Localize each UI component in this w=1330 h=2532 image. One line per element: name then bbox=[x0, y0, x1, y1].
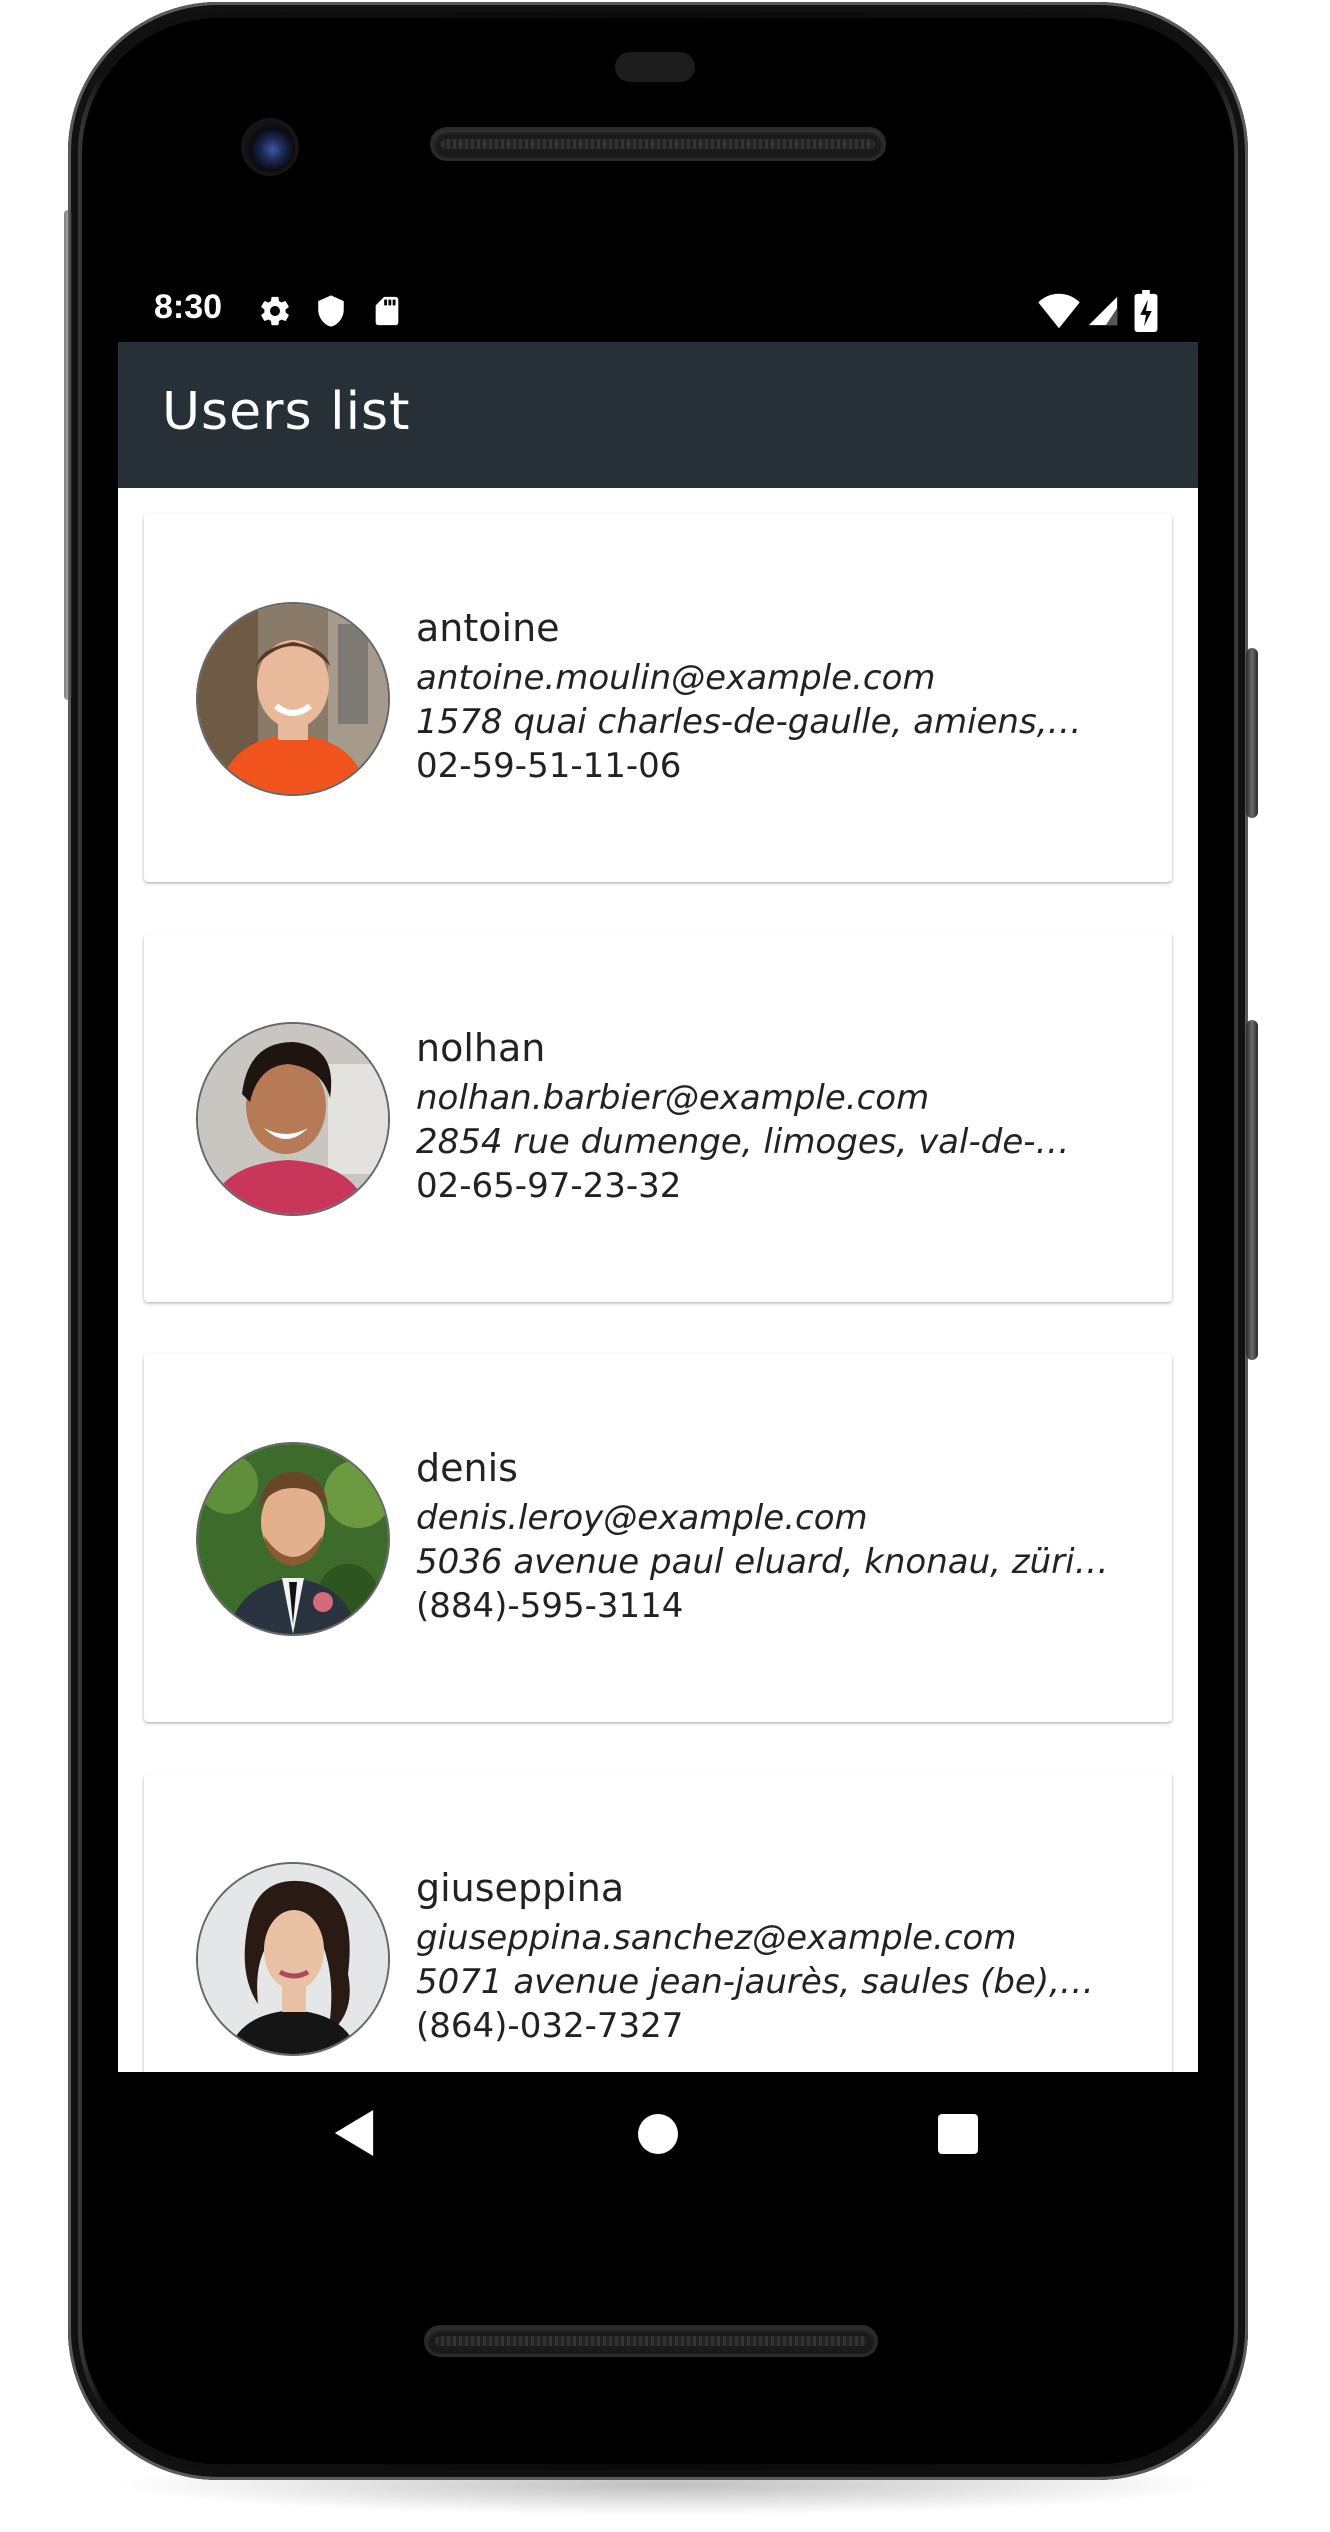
sd-card-icon bbox=[370, 294, 404, 332]
user-name: denis bbox=[416, 1446, 518, 1490]
user-address: 5071 avenue jean-jaurès, saules (be),… bbox=[416, 1962, 1094, 2002]
user-name: antoine bbox=[416, 606, 560, 650]
avatar bbox=[198, 1864, 388, 2054]
user-card[interactable]: nolhan nolhan.barbier@example.com 2854 r… bbox=[144, 934, 1172, 1302]
screen: 8:30 Users list antoine antoine.moulin@e… bbox=[118, 280, 1198, 2072]
avatar bbox=[198, 1444, 388, 1634]
top-sensor bbox=[615, 52, 695, 82]
user-address: 1578 quai charles-de-gaulle, amiens,… bbox=[416, 702, 1082, 742]
front-camera bbox=[245, 122, 295, 172]
gear-icon bbox=[258, 294, 292, 332]
status-bar: 8:30 bbox=[118, 280, 1198, 342]
user-card[interactable]: antoine antoine.moulin@example.com 1578 … bbox=[144, 514, 1172, 882]
page-title: Users list bbox=[162, 382, 411, 442]
user-phone: 02-59-51-11-06 bbox=[416, 746, 682, 786]
user-address: 2854 rue dumenge, limoges, val-de-… bbox=[416, 1122, 1070, 1162]
battery-charging-icon bbox=[1134, 290, 1158, 336]
user-phone: 02-65-97-23-32 bbox=[416, 1166, 682, 1206]
app-bar: Users list bbox=[118, 342, 1198, 488]
user-address: 5036 avenue paul eluard, knonau, züri… bbox=[416, 1542, 1109, 1582]
home-icon[interactable] bbox=[638, 2114, 678, 2158]
users-list[interactable]: antoine antoine.moulin@example.com 1578 … bbox=[118, 488, 1198, 2072]
system-nav-bar bbox=[118, 2072, 1198, 2202]
user-email: nolhan.barbier@example.com bbox=[416, 1078, 930, 1118]
shield-icon bbox=[314, 294, 348, 332]
frame-edge-left bbox=[64, 210, 72, 700]
user-card[interactable]: denis denis.leroy@example.com 5036 avenu… bbox=[144, 1354, 1172, 1722]
user-name: giuseppina bbox=[416, 1866, 625, 1910]
user-email: denis.leroy@example.com bbox=[416, 1498, 868, 1538]
volume-button bbox=[1246, 1020, 1258, 1360]
cell-signal-icon bbox=[1086, 292, 1120, 334]
recents-icon[interactable] bbox=[938, 2114, 978, 2158]
power-button bbox=[1246, 648, 1258, 818]
user-phone: (884)-595-3114 bbox=[416, 1586, 684, 1626]
bottom-speaker bbox=[427, 2328, 875, 2354]
user-name: nolhan bbox=[416, 1026, 546, 1070]
user-phone: (864)-032-7327 bbox=[416, 2006, 684, 2046]
avatar bbox=[198, 604, 388, 794]
user-email: antoine.moulin@example.com bbox=[416, 658, 936, 698]
user-email: giuseppina.sanchez@example.com bbox=[416, 1918, 1017, 1958]
status-time: 8:30 bbox=[154, 288, 223, 326]
avatar bbox=[198, 1024, 388, 1214]
wifi-icon bbox=[1038, 292, 1080, 334]
user-card[interactable]: giuseppina giuseppina.sanchez@example.co… bbox=[144, 1774, 1172, 2072]
earpiece-speaker bbox=[433, 130, 883, 158]
back-icon[interactable] bbox=[334, 2110, 374, 2160]
